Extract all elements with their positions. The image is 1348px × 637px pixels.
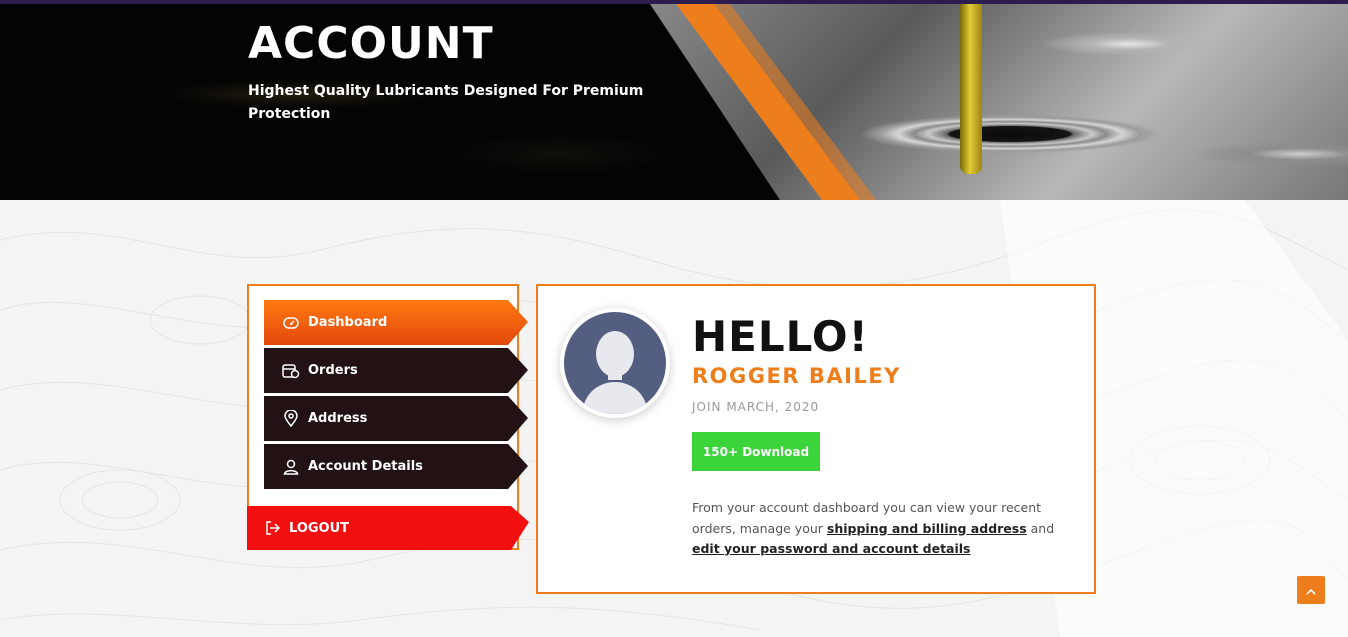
orders-icon [282, 362, 300, 380]
dashboard-icon [282, 314, 300, 332]
sidebar-item-label: Dashboard [308, 315, 388, 330]
sidebar-item-account-details[interactable]: Account Details [264, 444, 528, 489]
profile-card: HELLO! ROGGER BAILEY JOIN MARCH, 2020 15… [536, 284, 1096, 594]
logout-label: LOGOUT [289, 520, 350, 536]
oil-stream-image [960, 4, 982, 174]
user-name: ROGGER BAILEY [692, 364, 901, 388]
logout-icon [265, 519, 283, 537]
account-sidebar: Dashboard Orders Address Account Details… [247, 284, 529, 550]
chevron-up-icon [1306, 583, 1316, 598]
scroll-to-top-button[interactable] [1297, 576, 1325, 604]
logout-button[interactable]: LOGOUT [247, 506, 529, 550]
location-pin-icon [282, 410, 300, 428]
page-title: ACCOUNT [248, 18, 494, 69]
avatar [560, 308, 670, 418]
hero-banner: ACCOUNT Highest Quality Lubricants Desig… [0, 4, 1348, 200]
sidebar-item-orders[interactable]: Orders [264, 348, 528, 393]
sidebar-item-dashboard[interactable]: Dashboard [264, 300, 528, 345]
join-date: JOIN MARCH, 2020 [692, 400, 820, 414]
dashboard-description: From your account dashboard you can view… [692, 498, 1078, 560]
sidebar-item-label: Address [308, 411, 368, 426]
edit-account-link[interactable]: edit your password and account details [692, 541, 971, 556]
greeting-heading: HELLO! [692, 312, 869, 361]
shipping-billing-link[interactable]: shipping and billing address [827, 521, 1027, 536]
sidebar-item-address[interactable]: Address [264, 396, 528, 441]
sidebar-item-label: Account Details [308, 459, 423, 474]
description-text: and [1026, 520, 1055, 536]
avatar-placeholder-icon [564, 312, 666, 414]
download-count-button[interactable]: 150+ Download [692, 432, 820, 471]
sidebar-item-label: Orders [308, 363, 358, 378]
user-icon [282, 458, 300, 476]
page-subtitle: Highest Quality Lubricants Designed For … [248, 83, 644, 122]
